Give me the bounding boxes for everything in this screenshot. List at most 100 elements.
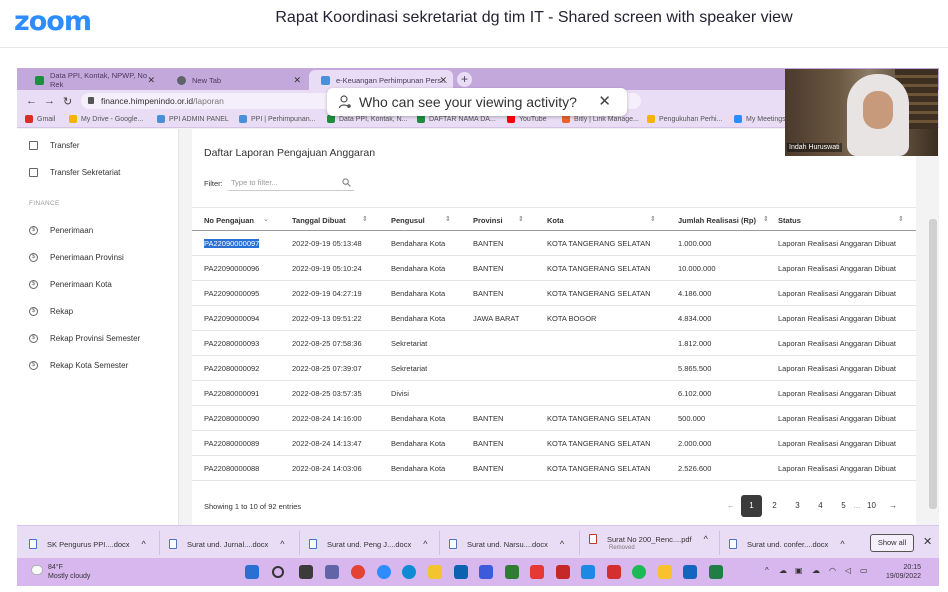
sort-icon[interactable]: ⇕ [650, 215, 656, 223]
cell-no-pengajuan[interactable]: PA22080000089 [204, 439, 259, 448]
sidebar-item-rekap[interactable]: $ Rekap [29, 307, 73, 316]
spotify-icon[interactable] [632, 565, 646, 579]
column-header-kota[interactable]: Kota [547, 216, 564, 225]
excel-icon[interactable] [709, 565, 723, 579]
sidebar-item-transfer-sekretariat[interactable]: Transfer Sekretariat [29, 168, 120, 177]
back-icon[interactable]: ← [26, 95, 37, 107]
app-icon[interactable] [556, 565, 570, 579]
table-row[interactable]: PA22080000090 2022-08-24 14:16:00 Bendah… [192, 406, 916, 431]
tray-expand-icon[interactable]: ^ [765, 566, 769, 575]
sort-icon[interactable]: ⇕ [518, 215, 524, 223]
download-item[interactable]: Surat und. confer....docx ^ [729, 534, 845, 554]
sidebar-item-penerimaan-provinsi[interactable]: $ Penerimaan Provinsi [29, 253, 124, 262]
chevron-up-icon[interactable]: ^ [423, 539, 427, 549]
cell-no-pengajuan[interactable]: PA22080000090 [204, 414, 259, 423]
windows-start-icon[interactable] [245, 565, 259, 579]
bookmark-my-meetings[interactable]: My Meetings [734, 115, 786, 123]
cell-no-pengajuan[interactable]: PA22080000091 [204, 389, 259, 398]
close-icon[interactable]: ✕ [923, 535, 932, 548]
sort-icon[interactable]: ⇕ [445, 215, 451, 223]
tab-close-icon[interactable]: ✕ [439, 75, 447, 86]
pagination-next[interactable]: → [884, 495, 902, 517]
download-item[interactable]: Surat und. Narsu....docx ^ [449, 534, 564, 554]
new-tab-button[interactable]: + [457, 72, 472, 87]
search-icon[interactable] [342, 178, 351, 187]
weather-widget[interactable]: 84°F Mostly cloudy [31, 563, 90, 581]
tab-e-keuangan[interactable]: e-Keuangan Perhimpunan Pers... ✕ [309, 70, 453, 90]
battery-icon[interactable]: ▭ [860, 566, 868, 575]
table-row[interactable]: PA22080000092 2022-08-25 07:39:07 Sekret… [192, 356, 916, 381]
page-scrollbar[interactable] [929, 219, 937, 509]
bookmark-ppi-perhimpunan[interactable]: PPI | Perhimpunan... [239, 115, 315, 123]
column-header-status[interactable]: Status [778, 216, 801, 225]
chevron-up-icon[interactable]: ^ [280, 539, 284, 549]
table-row[interactable]: PA22080000093 2022-08-25 07:58:36 Sekret… [192, 331, 916, 356]
table-row[interactable]: PA22090000096 2022-09-19 05:10:24 Bendah… [192, 256, 916, 281]
pagination-prev[interactable]: ← [722, 495, 740, 517]
bookmark-pengukuhan[interactable]: Pengukuhan Perhi... [647, 115, 722, 123]
table-row[interactable]: PA22080000091 2022-08-25 03:57:35 Divisi… [192, 381, 916, 406]
file-explorer-icon[interactable] [428, 565, 442, 579]
speaker-video[interactable]: Indah Huruswati [785, 69, 938, 156]
cell-no-pengajuan[interactable]: PA22080000093 [204, 339, 259, 348]
bookmark-ppi-admin[interactable]: PPI ADMIN PANEL [157, 115, 229, 123]
sidebar-item-rekap-kota-semester[interactable]: $ Rekap Kota Semester [29, 361, 128, 370]
bookmark-my-drive[interactable]: My Drive - Google... [69, 115, 143, 123]
zoom-icon[interactable] [377, 565, 391, 579]
table-row[interactable]: PA22090000094 2022-09-13 09:51:22 Bendah… [192, 306, 916, 331]
cell-no-pengajuan[interactable]: PA22090000095 [204, 289, 259, 298]
bookmark-gmail[interactable]: Gmail [25, 115, 55, 123]
onedrive-icon[interactable]: ☁ [812, 566, 820, 575]
pagination-page-10[interactable]: 10 [861, 495, 882, 517]
close-icon[interactable]: ✕ [598, 88, 611, 116]
table-row[interactable]: PA22080000089 2022-08-24 14:13:47 Bendah… [192, 431, 916, 456]
sidebar-item-penerimaan[interactable]: $ Penerimaan [29, 226, 93, 235]
table-row[interactable]: PA22090000097 2022-09-19 05:13:48 Bendah… [192, 231, 916, 256]
outlook-icon[interactable] [683, 565, 697, 579]
sidebar-item-transfer[interactable]: Transfer [29, 141, 80, 150]
chevron-up-icon[interactable]: ^ [142, 539, 146, 549]
reload-icon[interactable]: ↻ [63, 95, 72, 108]
chevron-up-icon[interactable]: ^ [704, 534, 708, 544]
cell-no-pengajuan[interactable]: PA22090000097 [204, 239, 260, 248]
sidebar-item-rekap-provinsi-semester[interactable]: $ Rekap Provinsi Semester [29, 334, 140, 343]
pagination-page-2[interactable]: 2 [764, 495, 785, 517]
show-all-button[interactable]: Show all [870, 534, 914, 552]
cell-no-pengajuan[interactable]: PA22080000088 [204, 464, 259, 473]
pagination-page-1[interactable]: 1 [741, 495, 762, 517]
app-icon[interactable] [581, 565, 595, 579]
tab-new-tab[interactable]: New Tab ✕ [165, 70, 307, 90]
download-item[interactable]: Surat und. Peng J....docx ^ [309, 534, 427, 554]
column-header-tanggal-dibuat[interactable]: Tanggal Dibuat [292, 216, 346, 225]
forward-icon[interactable]: → [44, 95, 55, 107]
system-clock[interactable]: 20:15 19/09/2022 [875, 563, 921, 581]
pagination-page-3[interactable]: 3 [787, 495, 808, 517]
edge-icon[interactable] [402, 565, 416, 579]
cloud-icon[interactable]: ☁ [779, 566, 787, 575]
bookmark-data-ppi[interactable]: Data PPI, Kontak, N... [327, 115, 407, 123]
sticky-notes-icon[interactable] [658, 565, 672, 579]
pagination-page-4[interactable]: 4 [810, 495, 831, 517]
column-header-pengusul[interactable]: Pengusul [391, 216, 425, 225]
volume-icon[interactable]: ◁ [845, 566, 851, 575]
camera-icon[interactable]: ▣ [795, 566, 803, 575]
sort-desc-icon[interactable]: ⌄ [263, 215, 269, 223]
app-icon[interactable] [530, 565, 544, 579]
download-item[interactable]: Surat und. Jurnal....docx ^ [169, 534, 285, 554]
bookmark-youtube[interactable]: YouTube [507, 115, 547, 123]
chrome-icon[interactable] [351, 565, 365, 579]
app-icon[interactable] [505, 565, 519, 579]
tab-close-icon[interactable]: ✕ [147, 75, 155, 86]
app-icon[interactable] [479, 565, 493, 579]
download-item[interactable]: Surat No 200_Renc....pdf ^ Removed [589, 529, 708, 551]
sort-icon[interactable]: ⇕ [362, 215, 368, 223]
sidebar-item-penerimaan-kota[interactable]: $ Penerimaan Kota [29, 280, 112, 289]
bookmark-bitly[interactable]: Bitly | Link Manage... [562, 115, 639, 123]
cell-no-pengajuan[interactable]: PA22090000094 [204, 314, 259, 323]
table-row[interactable]: PA22090000095 2022-09-19 04:27:19 Bendah… [192, 281, 916, 306]
tab-close-icon[interactable]: ✕ [293, 75, 301, 86]
search-icon[interactable] [272, 566, 284, 578]
chevron-up-icon[interactable]: ^ [560, 539, 564, 549]
acrobat-icon[interactable] [607, 565, 621, 579]
cell-no-pengajuan[interactable]: PA22080000092 [204, 364, 259, 373]
